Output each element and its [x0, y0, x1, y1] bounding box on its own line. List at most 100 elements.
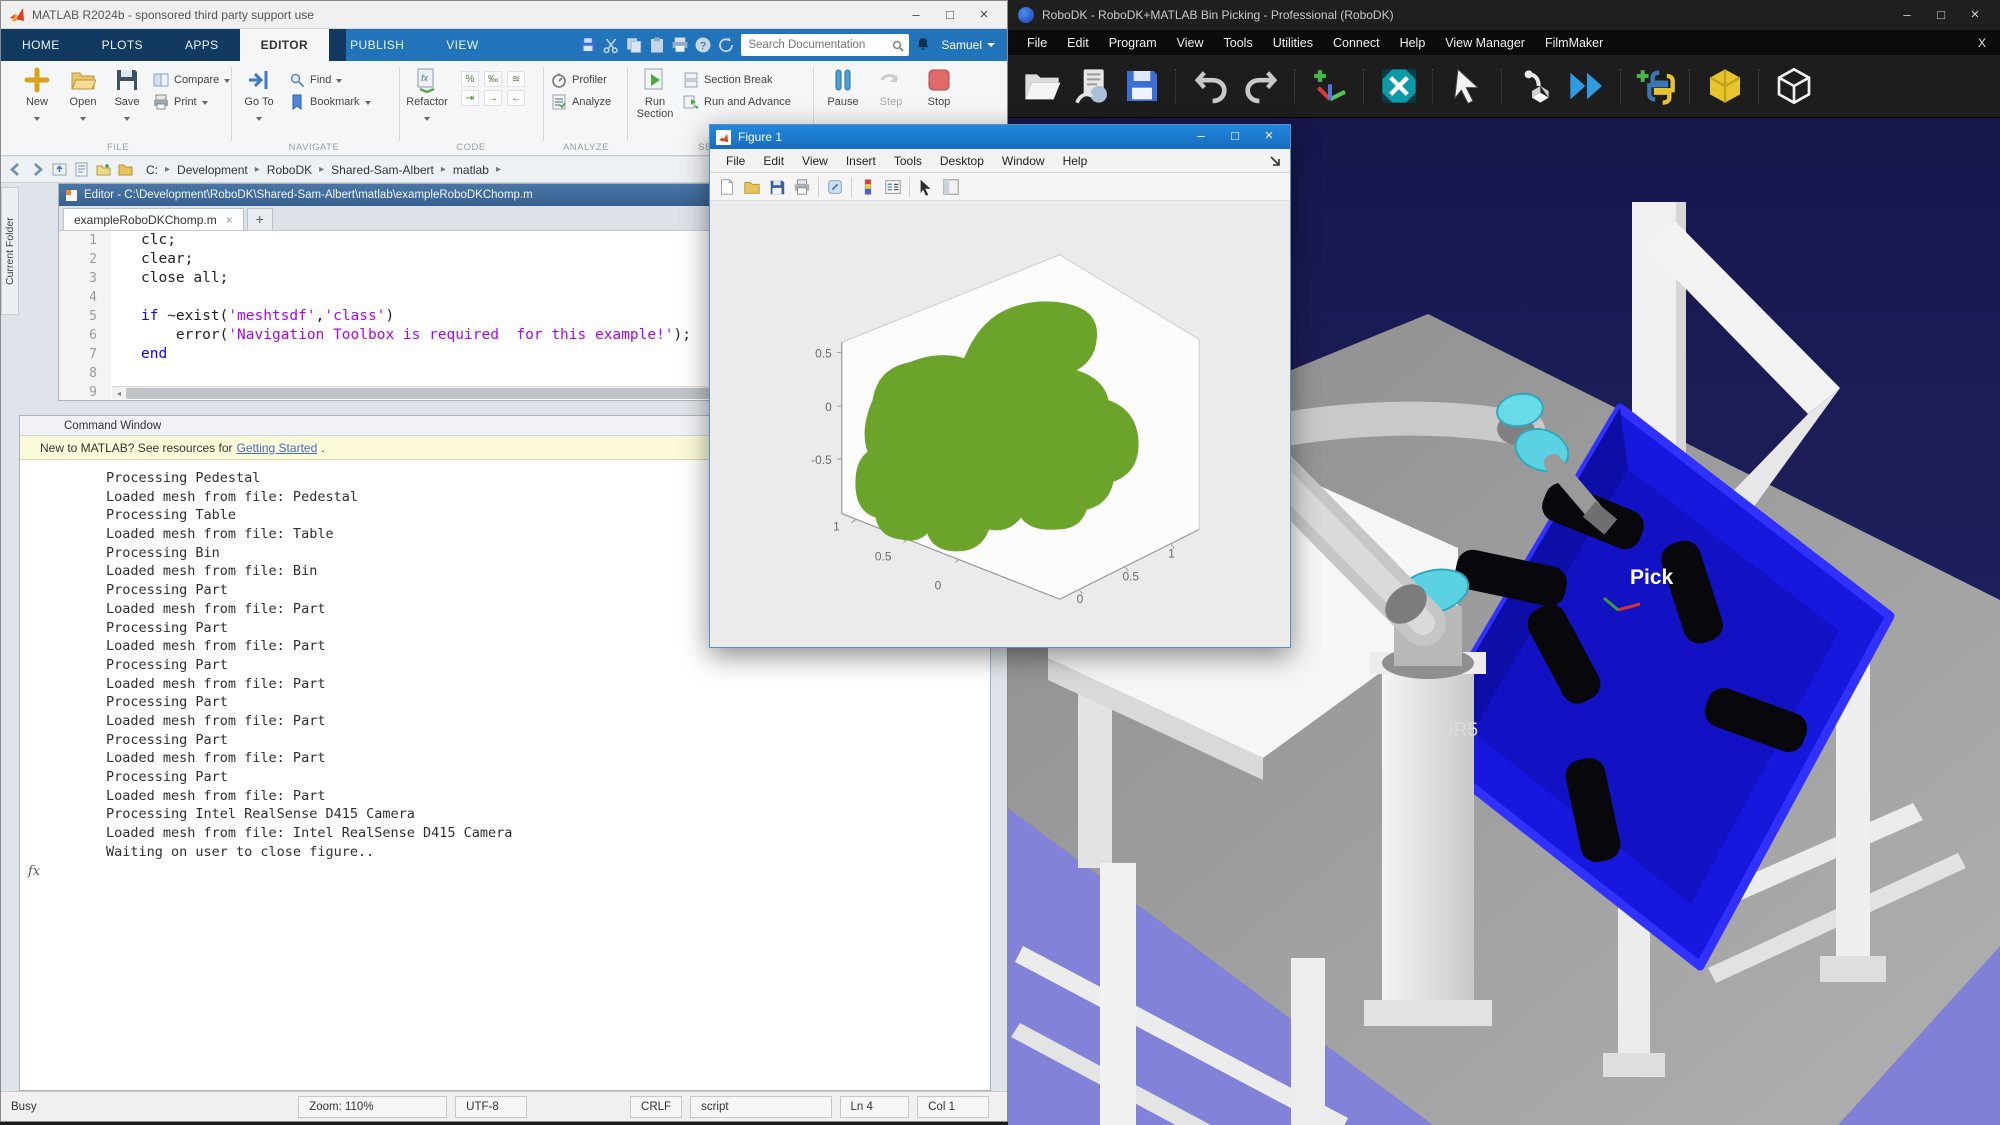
add-python-icon[interactable]: [1636, 66, 1676, 106]
print-button[interactable]: Print: [153, 91, 230, 113]
tab-view[interactable]: VIEW: [425, 29, 499, 61]
open-file-icon[interactable]: [743, 178, 761, 196]
run-section-button[interactable]: Run Section: [631, 67, 679, 120]
colorbar-icon[interactable]: [859, 178, 877, 196]
minimize-icon[interactable]: [901, 4, 931, 26]
figure-menu-tools[interactable]: Tools: [886, 154, 930, 168]
forward-icon[interactable]: [29, 161, 46, 178]
legend-icon[interactable]: [884, 178, 902, 196]
breadcrumb-item-development[interactable]: Development: [177, 163, 248, 177]
folder-icon[interactable]: [117, 161, 134, 178]
tab-editor[interactable]: EDITOR: [240, 29, 330, 61]
figure-menu-edit[interactable]: Edit: [755, 154, 792, 168]
maximize-icon[interactable]: [935, 4, 965, 26]
indent-right-icon[interactable]: →: [484, 90, 502, 106]
status-line[interactable]: Ln 4: [840, 1096, 910, 1118]
bookmark-button[interactable]: Bookmark: [289, 91, 371, 113]
undo-icon[interactable]: [1191, 66, 1231, 106]
refactor-button[interactable]: fx Refactor: [405, 67, 449, 126]
robodk-menu-utilities[interactable]: Utilities: [1264, 36, 1322, 50]
print-icon[interactable]: [671, 36, 689, 54]
robot-label[interactable]: UR5: [1440, 720, 1478, 741]
figure-menu-view[interactable]: View: [794, 154, 836, 168]
open-button[interactable]: Open: [61, 67, 105, 126]
robodk-menu-tools[interactable]: Tools: [1215, 36, 1262, 50]
robodk-menu-edit[interactable]: Edit: [1058, 36, 1098, 50]
robodk-menu-filmmaker[interactable]: FilmMaker: [1536, 36, 1612, 50]
analyze-button[interactable]: Analyze: [551, 91, 611, 113]
open-icon[interactable]: [1022, 66, 1062, 106]
figure-menu-file[interactable]: File: [718, 154, 753, 168]
scroll-left-icon[interactable]: [112, 387, 126, 400]
find-button[interactable]: Find: [289, 69, 371, 91]
new-folder-icon[interactable]: [95, 161, 112, 178]
robot-pedestal[interactable]: [1382, 666, 1474, 1014]
goto-button[interactable]: Go To: [237, 67, 281, 126]
current-folder-tab[interactable]: Current Folder: [1, 187, 19, 315]
print-figure-icon[interactable]: [793, 178, 811, 196]
save-icon[interactable]: [1122, 66, 1162, 106]
new-tab-button[interactable]: [247, 208, 273, 230]
profiler-button[interactable]: Profiler: [551, 69, 611, 91]
edit-plot-icon[interactable]: [917, 178, 935, 196]
figure-menu-desktop[interactable]: Desktop: [932, 154, 992, 168]
status-col[interactable]: Col 1: [917, 1096, 989, 1118]
figure-menu-insert[interactable]: Insert: [838, 154, 884, 168]
robodk-menu-file[interactable]: File: [1018, 36, 1056, 50]
new-button[interactable]: New: [15, 67, 59, 126]
status-encoding[interactable]: UTF-8: [455, 1096, 527, 1118]
search-documentation-input[interactable]: [741, 34, 909, 56]
breadcrumb-item-shared-sam-albert[interactable]: Shared-Sam-Albert: [331, 163, 434, 177]
pick-label[interactable]: Pick: [1630, 566, 1674, 589]
search-icon[interactable]: [892, 39, 904, 51]
status-zoom[interactable]: Zoom: 110%: [298, 1096, 447, 1118]
copy-icon[interactable]: [625, 36, 643, 54]
run-fast-icon[interactable]: [1567, 66, 1607, 106]
fit-view-icon[interactable]: [1379, 66, 1419, 106]
tab-home[interactable]: HOME: [1, 29, 81, 61]
paste-icon[interactable]: [648, 36, 666, 54]
refresh-icon[interactable]: [717, 36, 735, 54]
comment-percent-icon[interactable]: %: [461, 71, 479, 87]
breadcrumb-item-robodk[interactable]: RoboDK: [267, 163, 312, 177]
breadcrumb-item-c[interactable]: C:: [146, 163, 158, 177]
doc-icon[interactable]: [73, 161, 90, 178]
redo-icon[interactable]: [1241, 66, 1281, 106]
notifications-bell-icon[interactable]: [915, 36, 931, 54]
close-tab-icon[interactable]: [226, 213, 233, 227]
save-button[interactable]: Save: [105, 67, 149, 126]
robodk-menu-close-icon[interactable]: [1978, 36, 1990, 50]
robodk-menu-view-manager[interactable]: View Manager: [1436, 36, 1534, 50]
compare-button[interactable]: Compare: [153, 69, 230, 91]
user-menu[interactable]: Samuel: [937, 38, 999, 52]
close-icon[interactable]: [969, 4, 999, 26]
tab-plots[interactable]: PLOTS: [81, 29, 164, 61]
robodk-menu-help[interactable]: Help: [1391, 36, 1435, 50]
save-figure-icon[interactable]: [768, 178, 786, 196]
breadcrumb-item-matlab[interactable]: matlab: [453, 163, 489, 177]
robodk-menu-connect[interactable]: Connect: [1324, 36, 1389, 50]
back-icon[interactable]: [7, 161, 24, 178]
save-icon[interactable]: [579, 36, 597, 54]
move-robot-icon[interactable]: [1517, 66, 1557, 106]
robodk-maximize-icon[interactable]: [1926, 4, 1956, 26]
up-icon[interactable]: [51, 161, 68, 178]
dock-arrow-icon[interactable]: [1268, 154, 1282, 168]
new-figure-icon[interactable]: [718, 178, 736, 196]
help-icon[interactable]: ?: [694, 36, 712, 54]
robodk-menu-program[interactable]: Program: [1100, 36, 1166, 50]
import-icon[interactable]: [1072, 66, 1112, 106]
inspector-icon[interactable]: [942, 178, 960, 196]
getting-started-link[interactable]: Getting Started: [237, 441, 318, 455]
status-filetype[interactable]: script: [690, 1096, 831, 1118]
tab-apps[interactable]: APPS: [164, 29, 240, 61]
robodk-close-icon[interactable]: [1960, 4, 1990, 26]
figure-minimize-icon[interactable]: [1186, 128, 1216, 146]
command-prompt-fx[interactable]: fx: [20, 864, 990, 879]
smart-indent-icon[interactable]: ⇥: [461, 90, 479, 106]
robodk-menu-view[interactable]: View: [1168, 36, 1213, 50]
cut-icon[interactable]: [602, 36, 620, 54]
figure-menu-window[interactable]: Window: [994, 154, 1053, 168]
robodk-minimize-icon[interactable]: [1892, 4, 1922, 26]
wire-cube-icon[interactable]: [1774, 66, 1814, 106]
